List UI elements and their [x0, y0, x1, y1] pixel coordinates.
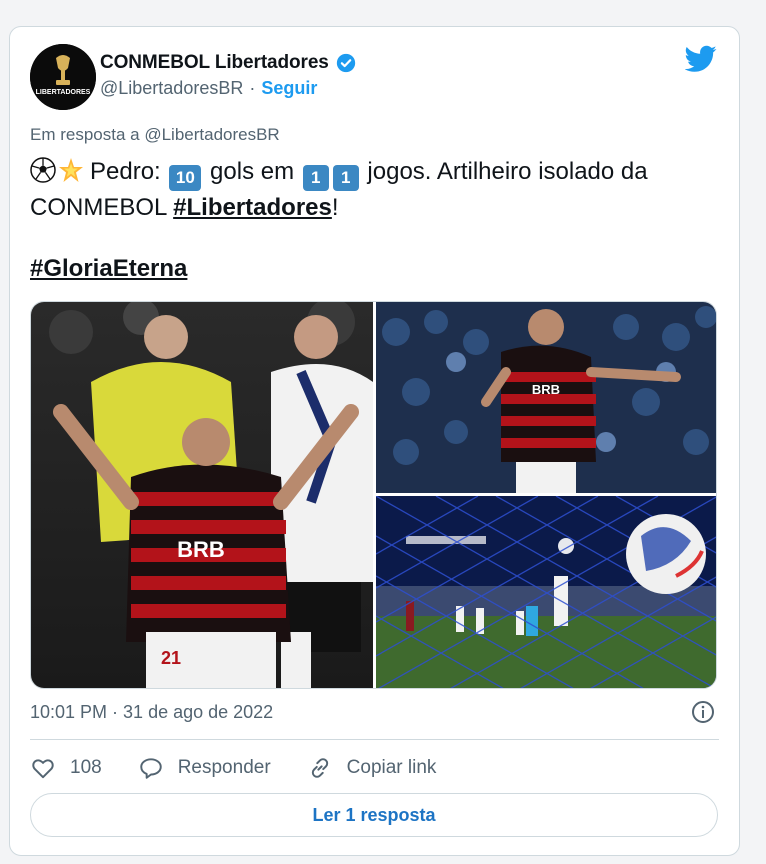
glowing-star-icon — [59, 158, 83, 182]
photo-1-shirt-sponsor: BRB — [177, 537, 225, 562]
info-icon[interactable] — [691, 700, 715, 724]
soccer-ball-icon — [30, 157, 56, 183]
avatar-wordmark: LIBERTADORES — [36, 89, 91, 96]
copy-link-label: Copiar link — [346, 757, 437, 778]
keycap-1-second: 1 — [332, 165, 359, 191]
hashtag-gloriaeterna-link[interactable]: #GloriaEterna — [30, 255, 187, 283]
photo-ball-in-net[interactable] — [376, 496, 716, 688]
handle-separator: · — [249, 78, 256, 98]
divider — [30, 739, 719, 740]
hashtag-libertadores-link[interactable]: #Libertadores — [173, 194, 332, 221]
photo-pedro-celebrating[interactable]: BRB — [376, 302, 716, 493]
tweet-text-b: gols em — [203, 158, 301, 185]
follow-button[interactable]: Seguir — [261, 78, 317, 99]
photo-pedro-kneeling[interactable]: BRB 21 — [31, 302, 373, 688]
avatar[interactable]: LIBERTADORES — [30, 44, 96, 110]
read-replies-button[interactable]: Ler 1 resposta — [30, 793, 718, 837]
tweet-text: Pedro: 10 gols em 11 jogos. Artilheiro i… — [30, 155, 730, 224]
reply-context[interactable]: Em resposta a @LibertadoresBR — [30, 125, 280, 145]
twitter-bird-icon[interactable] — [685, 45, 717, 73]
tweet-card: LIBERTADORES CONMEBOL Libertadores @Libe… — [9, 26, 740, 856]
photo-3-image — [376, 496, 716, 688]
photo-1-image: BRB 21 — [31, 302, 373, 688]
tweet-line-2: CONMEBOL #Libertadores! — [30, 191, 730, 224]
reply-label: Responder — [177, 757, 271, 778]
media-grid: BRB 21 BRB — [30, 301, 717, 689]
tweet-timestamp[interactable]: 10:01 PM · 31 de ago de 2022 — [30, 702, 273, 723]
author-name-row: CONMEBOL Libertadores — [100, 52, 357, 74]
heart-icon — [32, 759, 54, 779]
keycap-10: 10 — [169, 165, 202, 191]
tweet-text-c: jogos. Artilheiro isolado da — [360, 158, 648, 185]
reply-button[interactable]: Responder — [138, 755, 271, 781]
speech-bubble-icon — [139, 758, 162, 779]
author-handle[interactable]: @LibertadoresBR — [100, 78, 243, 99]
tweet-line-1: Pedro: 10 gols em 11 jogos. Artilheiro i… — [30, 157, 648, 191]
tweet-text-a: Pedro: — [90, 158, 168, 185]
photo-2-shirt-sponsor: BRB — [532, 382, 560, 397]
tweet-actions: 108 Responder Copiar link — [30, 753, 472, 783]
keycap-1-first: 1 — [302, 165, 329, 191]
photo-2-image: BRB — [376, 302, 716, 493]
copy-link-button[interactable]: Copiar link — [307, 755, 437, 781]
author-handle-row: @LibertadoresBR · Seguir — [100, 78, 317, 99]
like-button[interactable]: 108 — [30, 755, 102, 781]
tweet-text-e: ! — [331, 194, 339, 221]
photo-1-shirt-number: 21 — [161, 648, 181, 668]
libertadores-logo-icon: LIBERTADORES — [30, 44, 96, 110]
tweet-text-d: CONMEBOL — [30, 194, 174, 221]
author-display-name[interactable]: CONMEBOL Libertadores — [100, 52, 329, 74]
likes-count: 108 — [70, 757, 102, 778]
link-icon — [311, 758, 328, 778]
verified-badge-icon — [335, 52, 357, 74]
